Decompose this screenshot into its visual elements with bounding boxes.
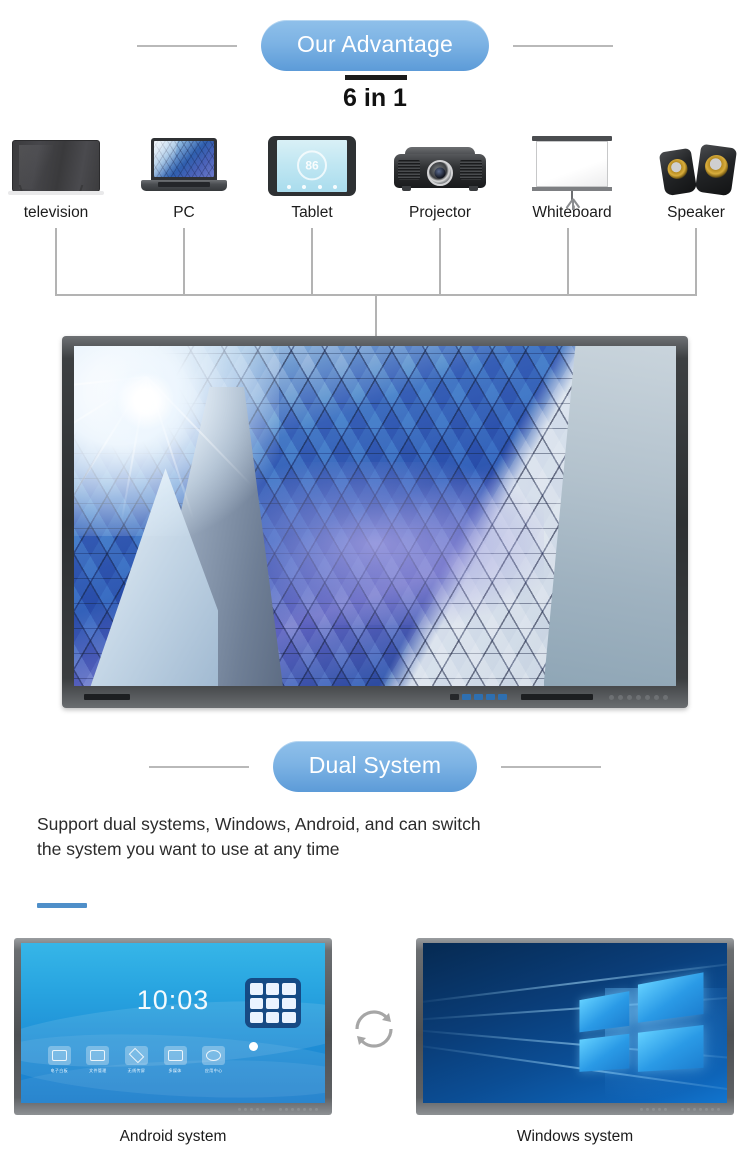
windows-logo-icon — [579, 971, 704, 1072]
usb3-port-icon — [498, 694, 507, 700]
whiteboard-app-icon — [47, 1046, 71, 1066]
hdmi-port-icon — [462, 694, 471, 700]
header-rule-right — [501, 765, 602, 768]
laptop-icon — [134, 128, 234, 200]
device-list: television PC 86 Tablet Projector Whiteb… — [0, 128, 750, 228]
usb3-port-icon — [486, 694, 495, 700]
system-card-label: Windows system — [516, 1128, 634, 1145]
display-bezel — [62, 336, 688, 708]
android-app-label: 无线传屏 — [127, 1068, 146, 1074]
windows-screen — [423, 943, 727, 1103]
dual-system-section-header: Dual System — [0, 741, 750, 792]
device-item-whiteboard: Whiteboard — [518, 128, 626, 222]
display-bottom-bezel — [62, 686, 688, 708]
android-app-label: 文件管理 — [89, 1068, 107, 1074]
accent-underline — [37, 903, 87, 908]
dual-system-pill-label: Dual System — [272, 741, 478, 792]
folder-app-icon — [86, 1046, 110, 1066]
android-app[interactable]: 多媒体 — [158, 1046, 192, 1074]
android-app[interactable]: 应用中心 — [197, 1046, 231, 1074]
dual-system-description: Support dual systems, Windows, Android, … — [37, 812, 507, 862]
circular-arrows-icon — [345, 1000, 403, 1058]
android-app-label: 多媒体 — [168, 1068, 182, 1074]
connector-line — [183, 228, 185, 296]
subtitle-underline-bar — [345, 75, 407, 80]
device-label: PC — [173, 204, 195, 221]
display-screen — [74, 346, 676, 686]
usb3-port-icon — [474, 694, 483, 700]
header-rule-left — [148, 765, 249, 768]
connector-line — [311, 228, 313, 296]
android-app[interactable]: 电子白板 — [42, 1046, 76, 1074]
android-app-dock: 电子白板 文件管理 无线传屏 多媒体 应用中心 — [42, 1046, 230, 1074]
tablet-value: 86 — [305, 158, 319, 173]
cast-app-icon — [124, 1046, 148, 1066]
android-app-label: 应用中心 — [204, 1068, 223, 1074]
app-center-icon — [202, 1046, 226, 1066]
system-card-android: 10:03 电子白板 文件管理 无线传屏 多媒体 应用中心 Android sy… — [14, 938, 332, 1146]
television-icon — [6, 128, 106, 200]
android-app[interactable]: 无线传屏 — [119, 1046, 153, 1074]
connector-line — [55, 228, 57, 296]
speaker-grille — [521, 694, 593, 700]
speaker-icon — [646, 128, 746, 200]
connector-diagram — [0, 228, 750, 338]
speaker-grille — [84, 694, 130, 700]
device-item-pc: PC — [134, 128, 234, 222]
panel-bezel — [416, 938, 734, 1115]
connector-line — [439, 228, 441, 296]
panel-bezel: 10:03 电子白板 文件管理 无线传屏 多媒体 应用中心 — [14, 938, 332, 1115]
header-rule-right — [513, 44, 614, 47]
android-app-grid-widget[interactable] — [244, 978, 301, 1029]
device-label: television — [23, 204, 89, 221]
advantage-subtitle: 6 in 1 — [343, 84, 407, 112]
device-item-tablet: 86 Tablet — [262, 128, 362, 222]
whiteboard-icon — [518, 128, 626, 210]
panel-bottom-bezel — [416, 1103, 734, 1115]
tablet-icon: 86 — [262, 128, 362, 200]
device-label: Tablet — [291, 204, 333, 221]
panel-bottom-bezel — [14, 1103, 332, 1115]
device-label: Projector — [408, 204, 472, 221]
projector-icon — [390, 128, 490, 200]
system-card-label: Android system — [119, 1128, 227, 1145]
advantage-pill-label: Our Advantage — [260, 20, 490, 71]
system-card-windows: Windows system — [416, 938, 734, 1146]
device-label: Speaker — [667, 204, 725, 221]
control-buttons[interactable] — [609, 694, 668, 700]
usb-port-icon — [450, 694, 459, 700]
android-app-label: 电子白板 — [50, 1068, 69, 1074]
product-feature-page: Our Advantage 6 in 1 television PC 86 Ta… — [0, 0, 750, 1160]
interactive-flat-panel — [62, 336, 688, 708]
media-app-icon — [163, 1046, 187, 1066]
port-cluster — [450, 694, 507, 700]
connector-line — [695, 228, 697, 296]
device-item-television: television — [6, 128, 106, 222]
description-text: Support dual systems, Windows, Android, … — [37, 814, 481, 859]
connector-drop — [375, 294, 377, 338]
device-item-speaker: Speaker — [646, 128, 746, 222]
device-item-projector: Projector — [390, 128, 490, 222]
header-rule-left — [136, 44, 237, 47]
android-screen: 10:03 电子白板 文件管理 无线传屏 多媒体 应用中心 — [21, 943, 325, 1103]
advantage-section-header: Our Advantage — [0, 20, 750, 71]
connector-line — [567, 228, 569, 296]
android-app[interactable]: 文件管理 — [81, 1046, 115, 1074]
